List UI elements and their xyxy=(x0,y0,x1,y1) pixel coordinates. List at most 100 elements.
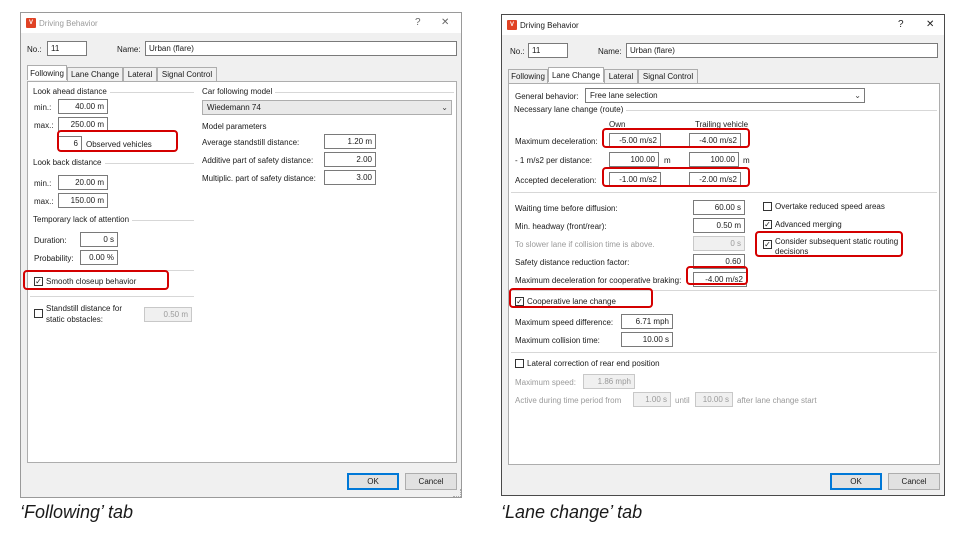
title-bar: V Driving Behavior ? ✕ xyxy=(21,13,461,33)
active-until-input[interactable]: 10.00 s xyxy=(695,392,733,407)
tab-strip: Following Lane Change Lateral Signal Con… xyxy=(508,67,928,83)
separator xyxy=(511,352,937,353)
help-button[interactable]: ? xyxy=(898,19,904,31)
per-distance-own-input[interactable]: 100.00 xyxy=(609,152,659,167)
active-period-label: Active during time period from xyxy=(515,396,622,405)
driving-behavior-dialog-lane-change: V Driving Behavior ? ✕ No.: 11 Name: Urb… xyxy=(501,14,945,496)
accepted-decel-trailing-input[interactable]: -2.00 m/s2 xyxy=(689,172,741,187)
per-distance-own-unit: m xyxy=(664,156,671,165)
close-icon[interactable]: ✕ xyxy=(926,19,934,31)
checkmark-icon: ✓ xyxy=(764,220,771,229)
observed-vehicles-label: Observed vehicles xyxy=(86,140,152,149)
no-input[interactable]: 11 xyxy=(47,41,87,56)
general-behavior-label: General behavior: xyxy=(515,92,579,101)
standstill-input[interactable]: 0.50 m xyxy=(144,307,192,322)
trailing-column-header: Trailing vehicle xyxy=(695,120,749,129)
dialog-title: Driving Behavior xyxy=(39,19,98,28)
no-label: No.: xyxy=(510,47,525,56)
standstill-checkbox[interactable] xyxy=(34,309,43,318)
tab-following[interactable]: Following xyxy=(27,65,67,80)
general-behavior-select[interactable]: Free lane selection ⌄ xyxy=(585,88,865,103)
help-button[interactable]: ? xyxy=(415,17,421,29)
max-speed-input[interactable]: 1.86 mph xyxy=(583,374,635,389)
ok-button[interactable]: OK xyxy=(830,473,882,490)
observed-vehicles-input[interactable]: 6 xyxy=(58,136,82,151)
tab-lateral[interactable]: Lateral xyxy=(604,69,638,83)
advanced-merging-checkbox[interactable]: ✓ xyxy=(763,220,772,229)
max-decel-trailing-input[interactable]: -4.00 m/s2 xyxy=(689,133,741,148)
chevron-down-icon: ⌄ xyxy=(854,91,861,100)
cancel-button[interactable]: Cancel xyxy=(888,473,940,490)
model-params-title: Model parameters xyxy=(202,122,267,131)
car-following-model-value: Wiedemann 74 xyxy=(207,103,261,112)
resize-grip-icon[interactable] xyxy=(453,489,461,497)
tab-lane-change[interactable]: Lane Change xyxy=(67,67,123,81)
avg-standstill-label: Average standstill distance: xyxy=(202,138,300,147)
overtake-label: Overtake reduced speed areas xyxy=(775,202,885,211)
probability-label: Probability: xyxy=(34,254,74,263)
chevron-down-icon: ⌄ xyxy=(441,103,448,112)
slower-lane-input[interactable]: 0 s xyxy=(693,236,745,251)
coop-braking-input[interactable]: -4.00 m/s2 xyxy=(693,272,747,287)
title-bar: V Driving Behavior ? ✕ xyxy=(502,15,944,35)
general-behavior-value: Free lane selection xyxy=(590,91,658,100)
probability-input[interactable]: 0.00 % xyxy=(80,250,118,265)
look-back-max-input[interactable]: 150.00 m xyxy=(58,193,108,208)
accepted-decel-own-input[interactable]: -1.00 m/s2 xyxy=(609,172,661,187)
standstill-label-line1: Standstill distance for xyxy=(46,304,123,313)
look-ahead-max-label: max.: xyxy=(34,121,54,130)
name-input[interactable]: Urban (flare) xyxy=(626,43,938,58)
tab-following[interactable]: Following xyxy=(508,69,548,83)
close-icon[interactable]: ✕ xyxy=(441,17,449,29)
necessary-lane-change-title: Necessary lane change (route) xyxy=(514,105,627,115)
multiplic-input[interactable]: 3.00 xyxy=(324,170,376,185)
consider-routing-label-line2: decisions xyxy=(775,247,809,256)
smooth-closeup-checkbox[interactable]: ✓ xyxy=(34,277,43,286)
checkmark-icon: ✓ xyxy=(516,297,523,306)
look-ahead-max-input[interactable]: 250.00 m xyxy=(58,117,108,132)
tab-signal-control[interactable]: Signal Control xyxy=(638,69,698,83)
max-decel-own-input[interactable]: -5.00 m/s2 xyxy=(609,133,661,148)
per-distance-label: - 1 m/s2 per distance: xyxy=(515,156,592,165)
avg-standstill-input[interactable]: 1.20 m xyxy=(324,134,376,149)
look-back-max-label: max.: xyxy=(34,197,54,206)
duration-input[interactable]: 0 s xyxy=(80,232,118,247)
app-icon: V xyxy=(507,20,517,30)
look-ahead-min-input[interactable]: 40.00 m xyxy=(58,99,108,114)
smooth-closeup-label: Smooth closeup behavior xyxy=(46,277,137,286)
headway-input[interactable]: 0.50 m xyxy=(693,218,745,233)
lane-change-tab-caption: ‘Lane change’ tab xyxy=(501,502,643,522)
additive-input[interactable]: 2.00 xyxy=(324,152,376,167)
consider-routing-checkbox[interactable]: ✓ xyxy=(763,240,772,249)
safety-reduction-input[interactable]: 0.60 xyxy=(693,254,745,269)
coop-lane-change-checkbox[interactable]: ✓ xyxy=(515,297,524,306)
waiting-time-input[interactable]: 60.00 s xyxy=(693,200,745,215)
name-label: Name: xyxy=(598,47,622,56)
no-input[interactable]: 11 xyxy=(528,43,568,58)
per-distance-trailing-input[interactable]: 100.00 xyxy=(689,152,739,167)
until-label: until xyxy=(675,396,690,405)
max-speed-label: Maximum speed: xyxy=(515,378,576,387)
overtake-checkbox[interactable] xyxy=(763,202,772,211)
advanced-merging-label: Advanced merging xyxy=(775,220,842,229)
max-decel-label: Maximum deceleration: xyxy=(515,137,598,146)
tab-lateral[interactable]: Lateral xyxy=(123,67,157,81)
own-column-header: Own xyxy=(609,120,626,129)
car-following-model-select[interactable]: Wiedemann 74 ⌄ xyxy=(202,100,452,115)
look-back-title: Look back distance xyxy=(33,158,105,168)
max-speed-diff-input[interactable]: 6.71 mph xyxy=(621,314,673,329)
tab-signal-control[interactable]: Signal Control xyxy=(157,67,217,81)
app-icon: V xyxy=(26,18,36,28)
max-collision-input[interactable]: 10.00 s xyxy=(621,332,673,347)
cancel-button[interactable]: Cancel xyxy=(405,473,457,490)
active-from-input[interactable]: 1.00 s xyxy=(633,392,671,407)
additive-label: Additive part of safety distance: xyxy=(202,156,314,165)
ok-button[interactable]: OK xyxy=(347,473,399,490)
car-following-title: Car following model xyxy=(202,87,276,97)
tab-lane-change[interactable]: Lane Change xyxy=(548,67,604,82)
look-back-min-input[interactable]: 20.00 m xyxy=(58,175,108,190)
name-input[interactable]: Urban (flare) xyxy=(145,41,457,56)
driving-behavior-dialog-following: V Driving Behavior ? ✕ No.: 11 Name: Urb… xyxy=(20,12,462,498)
lateral-correction-checkbox[interactable] xyxy=(515,359,524,368)
separator xyxy=(511,290,937,291)
